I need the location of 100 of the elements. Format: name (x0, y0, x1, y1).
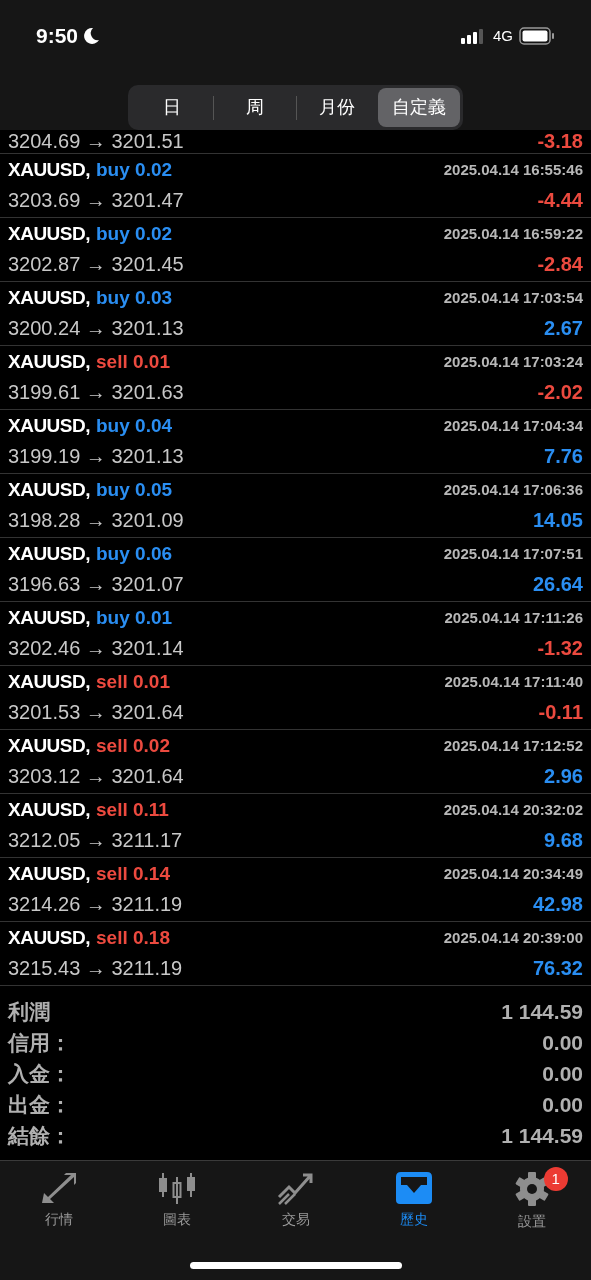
deal-profit: -4.44 (537, 187, 583, 213)
deal-row[interactable]: XAUUSD, buy 0.04 2025.04.14 17:04:34 3199.19 → 3201.13 7.76 (0, 410, 591, 474)
notification-badge: 1 (543, 1167, 568, 1191)
deal-profit: 9.68 (544, 827, 583, 853)
deal-time: 2025.04.14 17:04:34 (443, 416, 583, 437)
inbox-tray-icon (394, 1171, 433, 1205)
deal-volume: buy 0.01 (96, 606, 173, 631)
deal-prices: 3199.19 → 3201.13 (8, 443, 184, 469)
deal-time: 2025.04.14 17:12:52 (443, 736, 583, 757)
deal-profit: 14.05 (532, 507, 583, 533)
deal-volume: sell 0.01 (96, 350, 170, 375)
tab-bar-item[interactable]: 歷史 (354, 1171, 473, 1230)
deal-symbol: XAUUSD, (8, 350, 90, 375)
deal-profit: 42.98 (532, 891, 583, 917)
summary-value: 1 144.59 (501, 1122, 583, 1149)
deal-time: 2025.04.14 20:39:00 (443, 928, 583, 949)
deal-prices: 3203.12 → 3201.64 (8, 763, 184, 789)
deal-row[interactable]: XAUUSD, buy 0.03 2025.04.14 17:03:54 3200.24 → 3201.13 2.67 (0, 282, 591, 346)
deal-row[interactable]: XAUUSD, sell 0.18 2025.04.14 20:39:00 3215.43 → 3211.19 76.32 (0, 922, 591, 986)
summary-value: 0.00 (542, 1091, 583, 1118)
deal-prices: 3200.24 → 3201.13 (8, 315, 184, 341)
deal-prices: 3202.87 → 3201.45 (8, 251, 184, 277)
deal-row[interactable]: XAUUSD, sell 0.14 2025.04.14 20:34:49 3214.26 → 3211.19 42.98 (0, 858, 591, 922)
deal-symbol: XAUUSD, (8, 414, 90, 439)
deal-symbol: XAUUSD, (8, 862, 90, 887)
deal-symbol: XAUUSD, (8, 670, 90, 695)
deal-time: 2025.04.14 20:34:49 (443, 864, 583, 885)
deal-row[interactable]: XAUUSD, sell 0.02 2025.04.14 17:12:52 3203.12 → 3201.64 2.96 (0, 730, 591, 794)
double-arrow-icon (40, 1171, 79, 1205)
summary-label: 利潤 (8, 998, 50, 1025)
deal-volume: buy 0.02 (96, 158, 173, 183)
deal-volume: buy 0.04 (96, 414, 173, 439)
summary-label: 結餘： (8, 1122, 71, 1149)
deal-symbol: XAUUSD, (8, 606, 90, 631)
period-tab[interactable]: 周 (213, 88, 296, 127)
deal-symbol: XAUUSD, (8, 798, 90, 823)
clock-time: 9:50 (36, 23, 79, 50)
deal-time: 2025.04.14 16:55:46 (443, 160, 583, 181)
deal-prices: 3212.05 → 3211.17 (8, 827, 183, 853)
deal-profit: 7.76 (544, 443, 583, 469)
moon-icon (82, 27, 101, 45)
deal-prices: 3199.61 → 3201.63 (8, 379, 184, 405)
deal-row[interactable]: XAUUSD, buy 0.02 2025.04.14 16:59:22 3202.87 → 3201.45 -2.84 (0, 218, 591, 282)
deal-row[interactable]: XAUUSD, sell 0.01 2025.04.14 17:03:24 3199.61 → 3201.63 -2.02 (0, 346, 591, 410)
summary-value: 0.00 (542, 1029, 583, 1056)
deal-profit: -2.02 (537, 379, 583, 405)
deal-profit: -1.32 (537, 635, 583, 661)
tab-bar-item[interactable]: 交易 (236, 1171, 355, 1230)
deal-volume: sell 0.02 (96, 734, 170, 759)
period-tab[interactable]: 自定義 (378, 88, 460, 127)
network-label: 4G (493, 25, 513, 46)
deal-volume: sell 0.14 (96, 862, 170, 887)
deal-profit: -3.18 (537, 131, 583, 151)
deal-prices: 3202.46 → 3201.14 (8, 635, 184, 661)
period-tab[interactable]: 月份 (296, 88, 379, 127)
period-tab[interactable]: 日 (131, 88, 213, 127)
deal-time: 2025.04.14 16:59:22 (443, 224, 583, 245)
deal-time: 2025.04.14 17:03:24 (443, 352, 583, 373)
deal-symbol: XAUUSD, (8, 222, 90, 247)
deal-profit: 2.67 (544, 315, 583, 341)
tab-bar-item[interactable]: 圖表 (118, 1171, 237, 1230)
tab-label: 圖表 (163, 1210, 192, 1229)
deal-symbol: XAUUSD, (8, 286, 90, 311)
summary-label: 入金： (8, 1060, 71, 1087)
deal-time: 2025.04.14 17:11:40 (444, 672, 583, 693)
summary-label: 信用： (8, 1029, 71, 1056)
deal-volume: buy 0.06 (96, 542, 173, 567)
deal-prices: 3203.69 → 3201.47 (8, 187, 184, 213)
tab-label: 行情 (45, 1210, 74, 1229)
deal-profit: 76.32 (532, 955, 583, 981)
deal-time: 2025.04.14 20:32:02 (443, 800, 583, 821)
deal-volume: buy 0.05 (96, 478, 173, 503)
deal-profit: 26.64 (532, 571, 583, 597)
deal-symbol: XAUUSD, (8, 158, 90, 183)
deal-volume: sell 0.11 (96, 798, 169, 823)
deal-row[interactable]: XAUUSD, buy 0.02 2025.04.14 16:55:46 3203.69 → 3201.47 -4.44 (0, 154, 591, 218)
deal-symbol: XAUUSD, (8, 478, 90, 503)
deal-time: 2025.04.14 17:07:51 (443, 544, 583, 565)
summary-label: 出金： (8, 1091, 71, 1118)
deal-profit: -0.11 (538, 699, 583, 725)
deal-prices: 3215.43 → 3211.19 (8, 955, 183, 981)
deal-prices: 3204.69 → 3201.51 (8, 131, 184, 151)
deal-prices: 3214.26 → 3211.19 (8, 891, 183, 917)
deal-row[interactable]: XAUUSD, buy 0.06 2025.04.14 17:07:51 3196.63 → 3201.07 26.64 (0, 538, 591, 602)
deal-profit: 2.96 (544, 763, 583, 789)
deal-row[interactable]: XAUUSD, sell 0.11 2025.04.14 20:32:02 3212.05 → 3211.17 9.68 (0, 794, 591, 858)
deal-time: 2025.04.14 17:06:36 (443, 480, 583, 501)
tab-label: 歷史 (399, 1210, 428, 1229)
deal-prices: 3201.53 → 3201.64 (8, 699, 184, 725)
tab-bar-item[interactable]: 行情 (0, 1171, 119, 1230)
candlestick-icon (158, 1171, 197, 1205)
deal-time: 2025.04.14 17:11:26 (444, 608, 583, 629)
deal-row[interactable]: XAUUSD, sell 0.01 2025.04.14 17:11:40 3201.53 → 3201.64 -0.11 (0, 666, 591, 730)
summary-value: 0.00 (542, 1060, 583, 1087)
deal-profit: -2.84 (537, 251, 583, 277)
deal-volume: sell 0.18 (96, 926, 170, 951)
deal-volume: sell 0.01 (96, 670, 170, 695)
deal-prices: 3196.63 → 3201.07 (8, 571, 184, 597)
deal-row[interactable]: XAUUSD, buy 0.05 2025.04.14 17:06:36 3198.28 → 3201.09 14.05 (0, 474, 591, 538)
deal-row[interactable]: XAUUSD, buy 0.01 2025.04.14 17:11:26 3202.46 → 3201.14 -1.32 (0, 602, 591, 666)
